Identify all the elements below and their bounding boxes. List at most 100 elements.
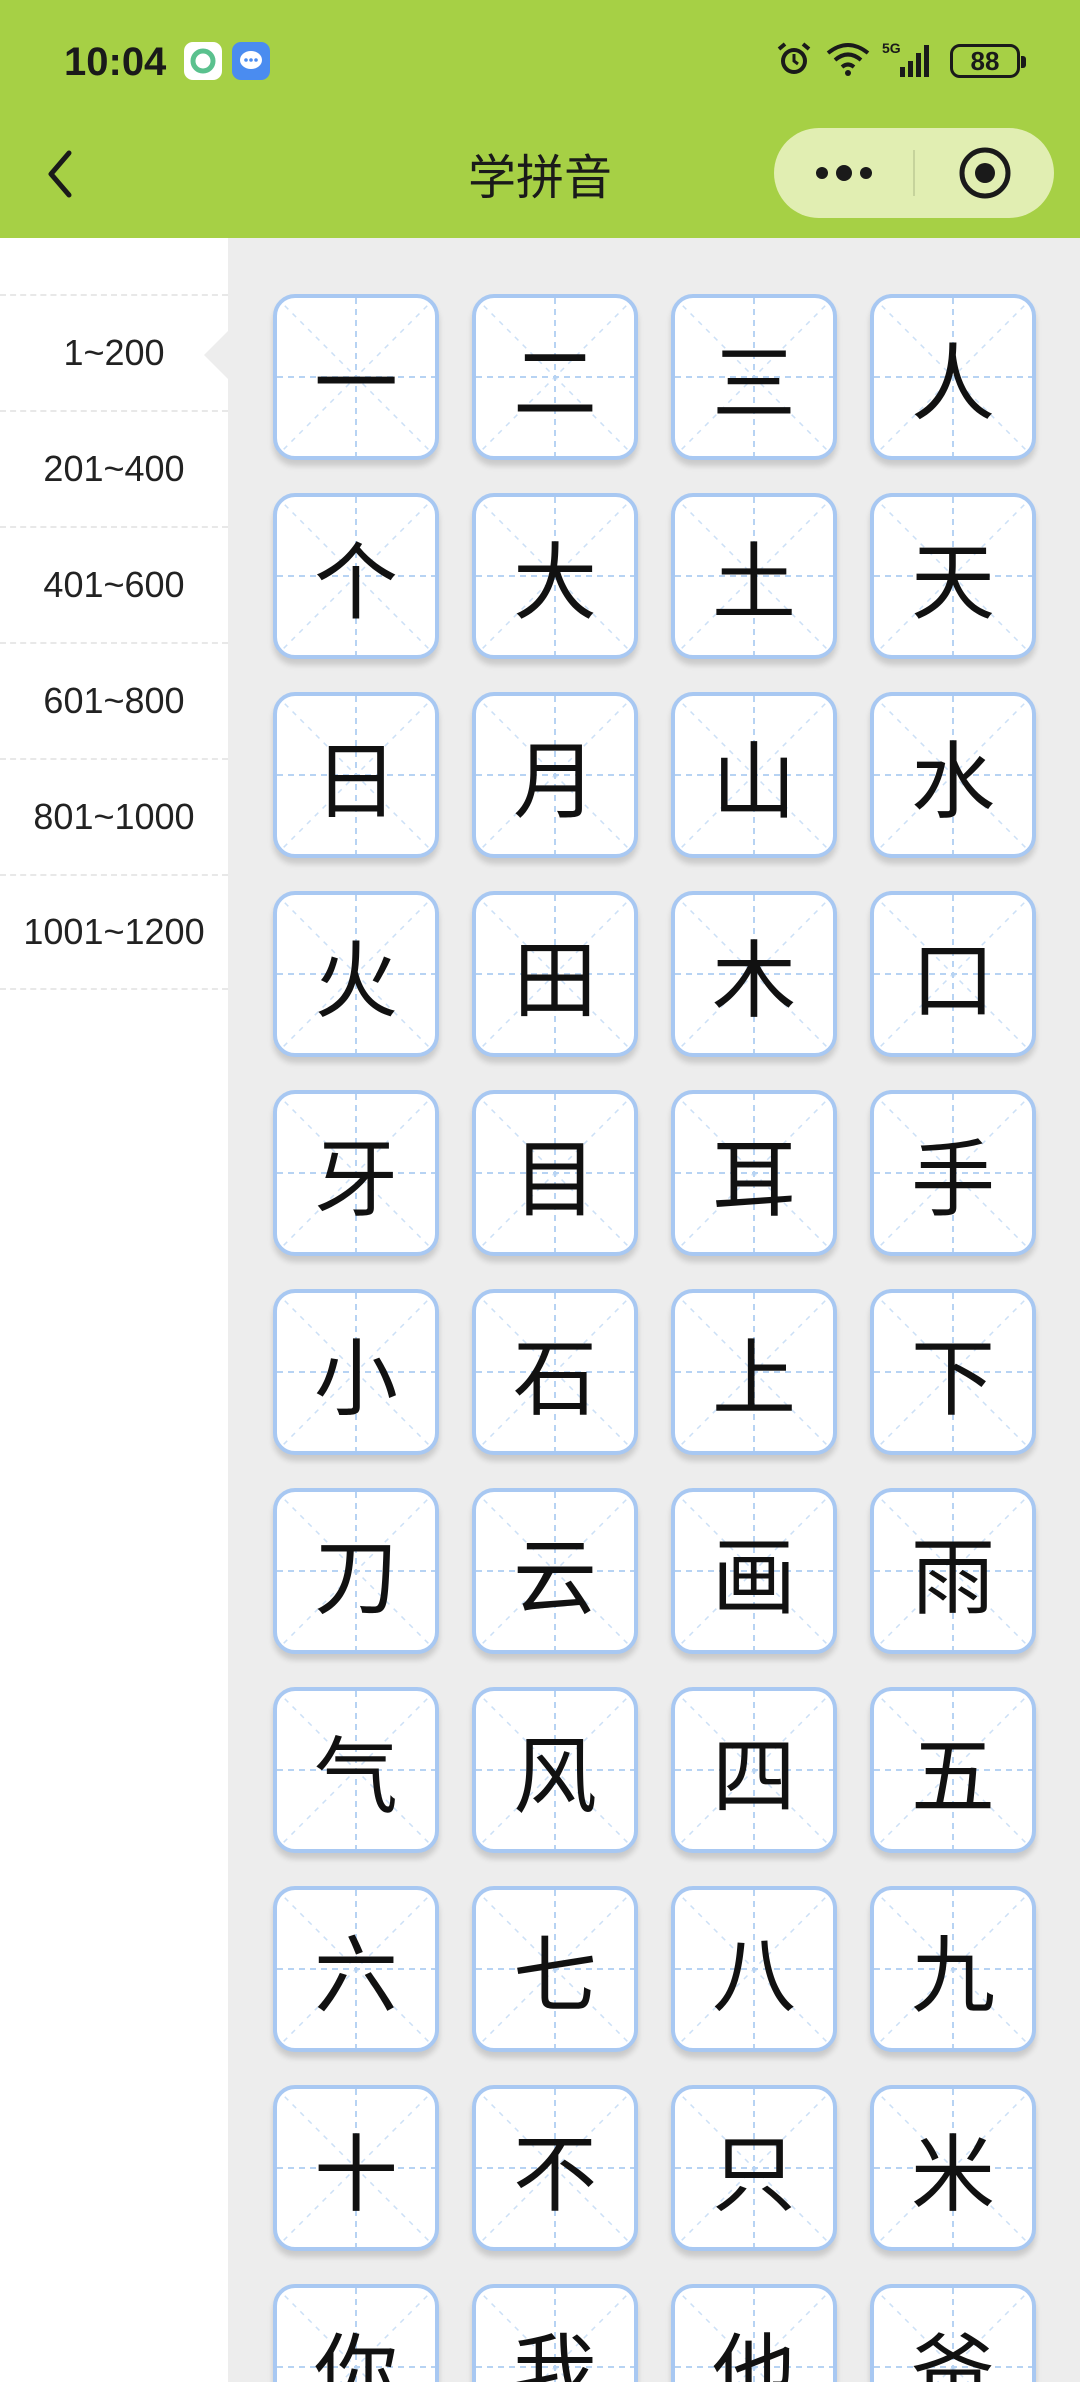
- character-card[interactable]: 小: [273, 1289, 439, 1455]
- character-card[interactable]: 木: [671, 891, 837, 1057]
- character-card[interactable]: 你: [273, 2284, 439, 2382]
- character-label: 月: [512, 732, 597, 831]
- character-label: 四: [711, 1727, 796, 1826]
- character-label: 目: [512, 1130, 597, 1229]
- character-label: 牙: [313, 1130, 398, 1229]
- character-card[interactable]: 五: [870, 1687, 1036, 1853]
- status-time: 10:04: [64, 40, 167, 84]
- character-label: 气: [313, 1727, 398, 1826]
- sidebar-item-801-1000[interactable]: 801~1000: [0, 758, 228, 874]
- sidebar-item-601-800[interactable]: 601~800: [0, 642, 228, 758]
- character-card[interactable]: 只: [671, 2085, 837, 2251]
- battery-indicator: 88: [950, 44, 1026, 78]
- character-card[interactable]: 雨: [870, 1488, 1036, 1654]
- character-label: 他: [711, 2324, 796, 2382]
- character-label: 水: [910, 732, 995, 831]
- character-card[interactable]: 八: [671, 1886, 837, 2052]
- character-label: 八: [711, 1926, 796, 2025]
- character-card[interactable]: 七: [472, 1886, 638, 2052]
- app-header: 10:04 5G 88 学拼音: [0, 0, 1080, 238]
- character-card[interactable]: 田: [472, 891, 638, 1057]
- sidebar-item-label: 801~1000: [33, 796, 195, 837]
- cellular-signal-icon: 5G: [882, 39, 938, 83]
- character-label: 大: [512, 533, 597, 632]
- character-label: 山: [711, 732, 796, 831]
- character-label: 风: [512, 1727, 597, 1826]
- character-label: 下: [910, 1329, 995, 1428]
- character-label: 米: [910, 2125, 995, 2224]
- character-card[interactable]: 六: [273, 1886, 439, 2052]
- svg-text:5G: 5G: [882, 40, 901, 56]
- character-card[interactable]: 爸: [870, 2284, 1036, 2382]
- character-label: 上: [711, 1329, 796, 1428]
- character-card[interactable]: 目: [472, 1090, 638, 1256]
- character-card[interactable]: 大: [472, 493, 638, 659]
- character-card[interactable]: 手: [870, 1090, 1036, 1256]
- character-card[interactable]: 石: [472, 1289, 638, 1455]
- character-label: 木: [711, 931, 796, 1030]
- character-label: 日: [313, 732, 398, 831]
- sidebar-item-401-600[interactable]: 401~600: [0, 526, 228, 642]
- character-card[interactable]: 口: [870, 891, 1036, 1057]
- character-label: 只: [711, 2125, 796, 2224]
- character-card[interactable]: 二: [472, 294, 638, 460]
- character-card[interactable]: 云: [472, 1488, 638, 1654]
- character-label: 云: [512, 1528, 597, 1627]
- character-label: 土: [711, 533, 796, 632]
- character-card[interactable]: 个: [273, 493, 439, 659]
- character-label: 人: [910, 334, 995, 433]
- miniprogram-capsule: [774, 128, 1054, 218]
- alarm-icon: [774, 39, 814, 83]
- character-label: 九: [910, 1926, 995, 2025]
- character-card[interactable]: 人: [870, 294, 1036, 460]
- character-card[interactable]: 水: [870, 692, 1036, 858]
- sidebar-item-label: 201~400: [43, 448, 185, 489]
- app-notification-icon: [184, 42, 222, 80]
- more-button[interactable]: [774, 128, 913, 218]
- sidebar-item-201-400[interactable]: 201~400: [0, 410, 228, 526]
- sidebar-item-label: 601~800: [43, 680, 185, 721]
- character-card[interactable]: 气: [273, 1687, 439, 1853]
- character-card[interactable]: 土: [671, 493, 837, 659]
- character-card[interactable]: 一: [273, 294, 439, 460]
- character-card[interactable]: 山: [671, 692, 837, 858]
- character-card[interactable]: 天: [870, 493, 1036, 659]
- character-label: 口: [910, 931, 995, 1030]
- character-card[interactable]: 下: [870, 1289, 1036, 1455]
- character-label: 五: [910, 1727, 995, 1826]
- character-label: 七: [512, 1926, 597, 2025]
- character-card[interactable]: 我: [472, 2284, 638, 2382]
- sidebar-item-1001-1200[interactable]: 1001~1200: [0, 874, 228, 990]
- character-card[interactable]: 耳: [671, 1090, 837, 1256]
- character-card[interactable]: 日: [273, 692, 439, 858]
- character-label: 小: [313, 1329, 398, 1428]
- character-card[interactable]: 不: [472, 2085, 638, 2251]
- character-label: 爸: [910, 2324, 995, 2382]
- character-card[interactable]: 十: [273, 2085, 439, 2251]
- character-card[interactable]: 他: [671, 2284, 837, 2382]
- character-label: 二: [512, 334, 597, 433]
- character-label: 刀: [313, 1528, 398, 1627]
- character-card[interactable]: 火: [273, 891, 439, 1057]
- character-card[interactable]: 风: [472, 1687, 638, 1853]
- close-button[interactable]: [915, 128, 1054, 218]
- character-card[interactable]: 九: [870, 1886, 1036, 2052]
- sidebar-item-1-200[interactable]: 1~200: [0, 294, 228, 410]
- character-label: 画: [711, 1528, 796, 1627]
- character-label: 个: [313, 533, 398, 632]
- character-card[interactable]: 画: [671, 1488, 837, 1654]
- character-label: 手: [910, 1130, 995, 1229]
- character-card[interactable]: 米: [870, 2085, 1036, 2251]
- sidebar-item-label: 401~600: [43, 564, 185, 605]
- character-label: 天: [910, 533, 995, 632]
- character-card[interactable]: 刀: [273, 1488, 439, 1654]
- character-card[interactable]: 月: [472, 692, 638, 858]
- character-card[interactable]: 上: [671, 1289, 837, 1455]
- character-card[interactable]: 三: [671, 294, 837, 460]
- character-card[interactable]: 牙: [273, 1090, 439, 1256]
- character-card[interactable]: 四: [671, 1687, 837, 1853]
- character-label: 石: [512, 1329, 597, 1428]
- wifi-icon: [826, 41, 870, 81]
- character-label: 你: [313, 2324, 398, 2382]
- character-label: 火: [313, 931, 398, 1030]
